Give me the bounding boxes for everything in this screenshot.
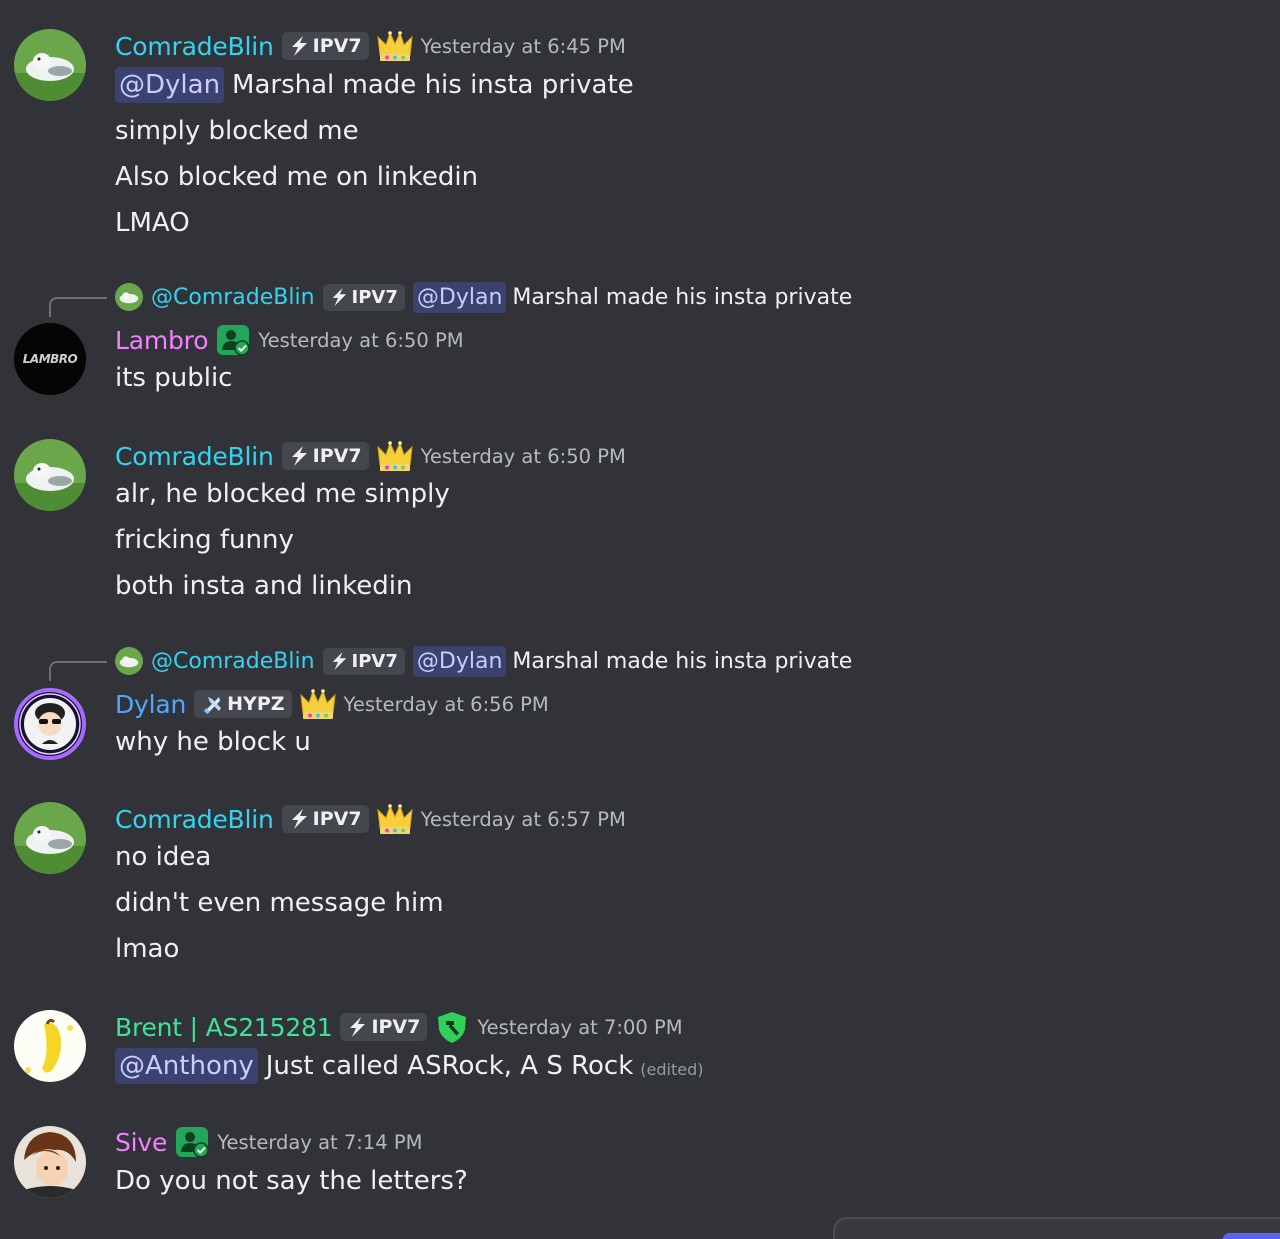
- reply-spine: [49, 661, 107, 681]
- username[interactable]: Brent | AS215281: [115, 1013, 333, 1042]
- message-line: @Anthony Just called ASRock, A S Rock (e…: [115, 1046, 703, 1086]
- message-header: Sive Yesterday at 7:14 PM: [115, 1124, 422, 1160]
- avatar[interactable]: [14, 1126, 86, 1198]
- timestamp[interactable]: Yesterday at 6:57 PM: [421, 808, 626, 831]
- server-tag[interactable]: IPV7: [281, 805, 369, 833]
- crown-icon[interactable]: [377, 440, 413, 472]
- bolt-icon: [291, 809, 307, 829]
- message-header: ComradeBlin IPV7 Yesterday at 6:45 PM: [115, 28, 626, 64]
- crown-icon[interactable]: [300, 688, 336, 720]
- message-line: lmao: [115, 929, 179, 969]
- swords-icon: [204, 697, 222, 714]
- message-header: Lambro Yesterday at 6:50 PM: [115, 322, 464, 358]
- avatar[interactable]: [14, 29, 86, 101]
- message-text: alr, he blocked me simply: [115, 479, 450, 509]
- message-line: Also blocked me on linkedin: [115, 157, 478, 197]
- message-text: both insta and linkedin: [115, 571, 413, 601]
- user-mention[interactable]: @Dylan: [115, 67, 225, 103]
- svg-text:LAMBRO: LAMBRO: [23, 352, 78, 366]
- message-text: Marshal made his insta private: [232, 70, 634, 100]
- username[interactable]: Sive: [115, 1128, 167, 1157]
- reply-content[interactable]: @ComradeBlin IPV7 @Dylan Marshal made hi…: [115, 280, 852, 314]
- message-header: Brent | AS215281 IPV7 Yesterday at 7:00 …: [115, 1009, 683, 1045]
- bolt-icon: [291, 446, 307, 466]
- bolt-icon: [350, 1017, 366, 1037]
- message-text: LMAO: [115, 208, 190, 238]
- avatar[interactable]: [14, 1010, 86, 1082]
- user-mention[interactable]: @Dylan: [412, 281, 507, 313]
- username[interactable]: ComradeBlin: [115, 32, 274, 61]
- message-text: Just called ASRock, A S Rock: [265, 1051, 634, 1081]
- message-header: ComradeBlin IPV7 Yesterday at 6:50 PM: [115, 438, 626, 474]
- timestamp[interactable]: Yesterday at 7:14 PM: [217, 1131, 422, 1154]
- edited-label: (edited): [640, 1059, 704, 1079]
- server-tag[interactable]: IPV7: [322, 647, 405, 675]
- avatar[interactable]: [14, 439, 86, 511]
- timestamp[interactable]: Yesterday at 6:45 PM: [421, 35, 626, 58]
- crown-icon[interactable]: [377, 803, 413, 835]
- message-line: didn't even message him: [115, 883, 444, 923]
- message-input-bar[interactable]: [833, 1217, 1280, 1239]
- shield-hammer-icon[interactable]: [435, 1011, 469, 1043]
- message-line: alr, he blocked me simply: [115, 474, 450, 514]
- message-line: Do you not say the letters?: [115, 1161, 468, 1201]
- reply-spine: [49, 297, 107, 317]
- reply-avatar: [115, 647, 143, 675]
- message-text: didn't even message him: [115, 888, 444, 918]
- reply-content[interactable]: @ComradeBlin IPV7 @Dylan Marshal made hi…: [115, 644, 852, 678]
- server-tag[interactable]: IPV7: [281, 442, 369, 470]
- username[interactable]: Lambro: [115, 326, 208, 355]
- reply-text: Marshal made his insta private: [512, 284, 853, 310]
- message-line: its public: [115, 358, 232, 398]
- reply-author[interactable]: @ComradeBlin: [151, 285, 315, 310]
- message-line: both insta and linkedin: [115, 566, 412, 606]
- timestamp[interactable]: Yesterday at 6:50 PM: [421, 445, 626, 468]
- user-mention[interactable]: @Dylan: [412, 645, 507, 677]
- timestamp[interactable]: Yesterday at 6:56 PM: [344, 693, 549, 716]
- reply-author[interactable]: @ComradeBlin: [151, 649, 315, 674]
- username[interactable]: Dylan: [115, 690, 186, 719]
- timestamp[interactable]: Yesterday at 7:00 PM: [477, 1016, 682, 1039]
- reply-preview[interactable]: @ComradeBlin IPV7 @Dylan Marshal made hi…: [0, 644, 1280, 681]
- reply-preview[interactable]: @ComradeBlin IPV7 @Dylan Marshal made hi…: [0, 280, 1280, 317]
- message-line: @Dylan Marshal made his insta private: [115, 65, 634, 105]
- chat-message-list: ComradeBlin IPV7 Yesterday at 6:45 PM @D…: [0, 0, 1280, 1239]
- username[interactable]: ComradeBlin: [115, 442, 274, 471]
- contact-check-icon[interactable]: [175, 1126, 210, 1158]
- server-tag[interactable]: HYPZ: [194, 690, 292, 718]
- message-header: Dylan HYPZ Yesterday at 6:56 PM: [115, 686, 549, 722]
- message-text: no idea: [115, 842, 212, 872]
- bolt-icon: [332, 288, 346, 306]
- message-line: simply blocked me: [115, 111, 359, 151]
- message-line: fricking funny: [115, 520, 294, 560]
- message-line: why he block u: [115, 722, 311, 762]
- timestamp[interactable]: Yesterday at 6:50 PM: [258, 329, 463, 352]
- message-line: LMAO: [115, 203, 190, 243]
- bolt-icon: [332, 652, 346, 670]
- server-tag[interactable]: IPV7: [340, 1013, 428, 1041]
- reply-text: Marshal made his insta private: [512, 648, 853, 674]
- bolt-icon: [291, 36, 307, 56]
- message-line: no idea: [115, 837, 211, 877]
- server-tag[interactable]: IPV7: [322, 283, 405, 311]
- crown-icon[interactable]: [377, 30, 413, 62]
- jump-to-present-button[interactable]: [1222, 1233, 1280, 1239]
- avatar[interactable]: [14, 802, 86, 874]
- message-text: its public: [115, 363, 233, 393]
- message-text: Do you not say the letters?: [115, 1166, 468, 1196]
- message-text: why he block u: [115, 727, 311, 757]
- avatar[interactable]: LAMBRO: [14, 323, 86, 395]
- user-mention[interactable]: @Anthony: [115, 1048, 258, 1084]
- avatar[interactable]: [12, 686, 88, 762]
- server-tag[interactable]: IPV7: [281, 32, 369, 60]
- reply-avatar: [115, 283, 143, 311]
- message-header: ComradeBlin IPV7 Yesterday at 6:57 PM: [115, 801, 626, 837]
- message-text: Also blocked me on linkedin: [115, 162, 479, 192]
- message-text: fricking funny: [115, 525, 294, 555]
- contact-check-icon[interactable]: [216, 324, 251, 356]
- message-text: lmao: [115, 934, 180, 964]
- message-text: simply blocked me: [115, 116, 359, 146]
- username[interactable]: ComradeBlin: [115, 805, 274, 834]
